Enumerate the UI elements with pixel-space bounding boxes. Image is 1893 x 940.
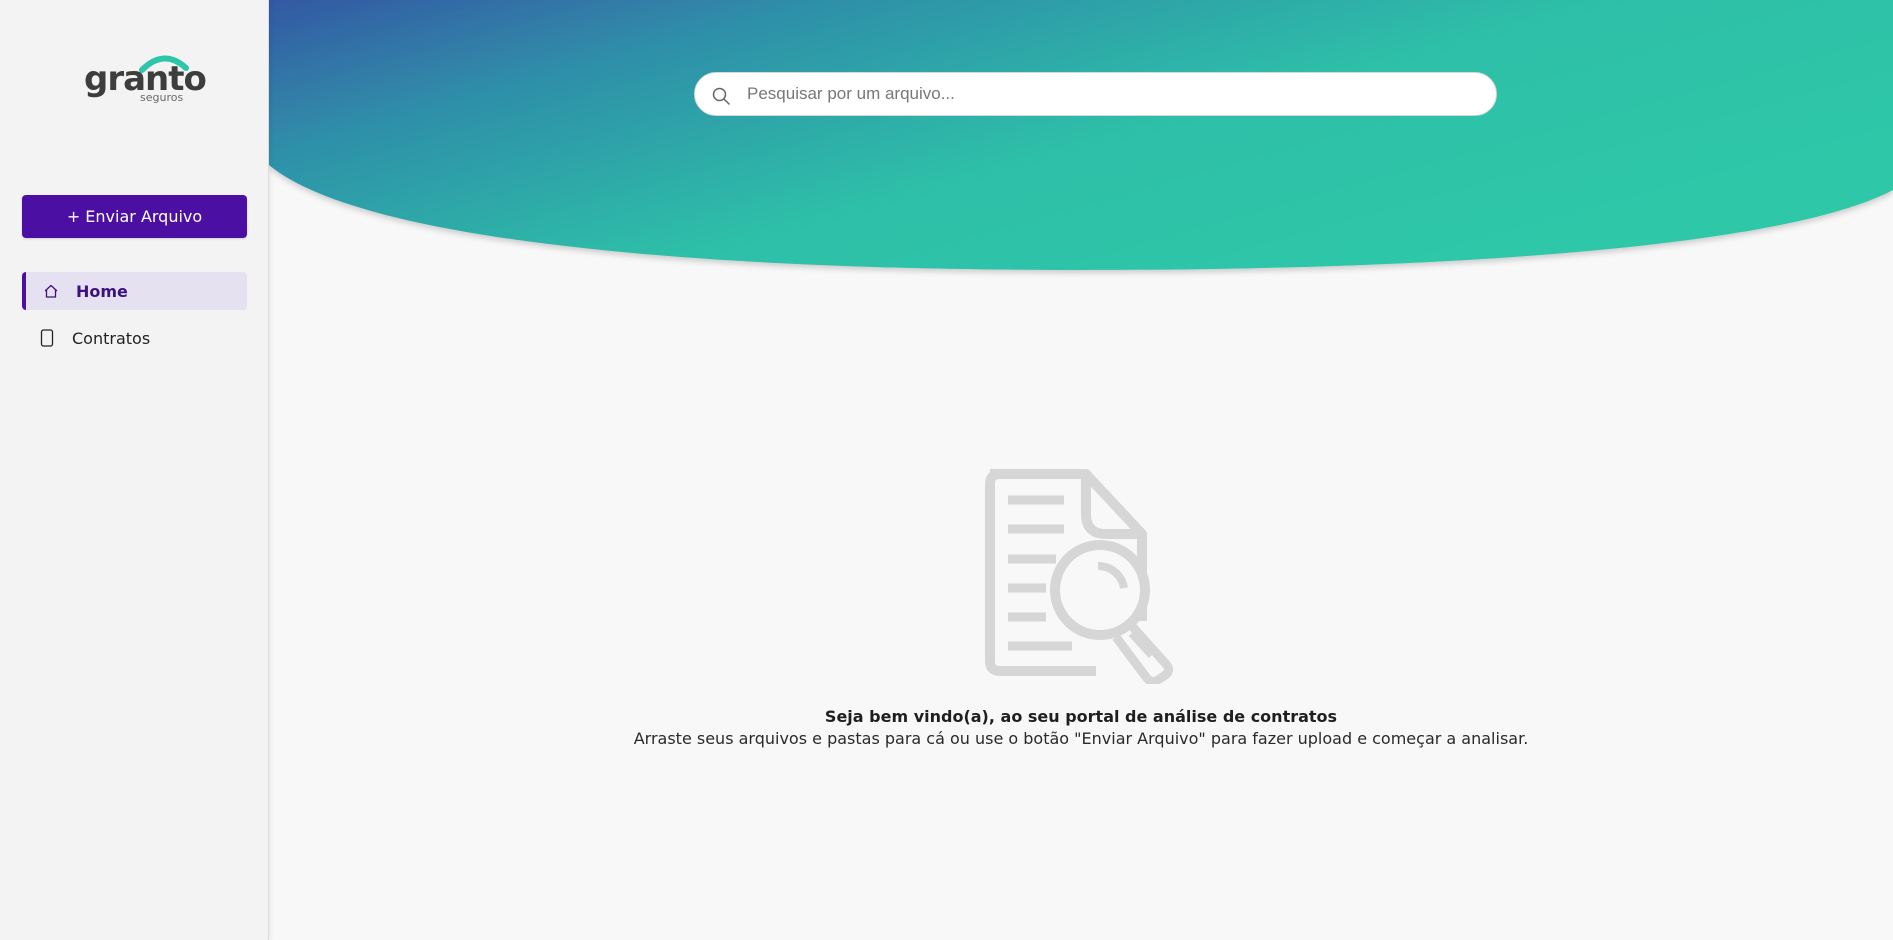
sidebar-item-label: Contratos: [72, 328, 151, 348]
upload-file-button[interactable]: + Enviar Arquivo: [22, 195, 247, 238]
sidebar: granto seguros + Enviar Arquivo Home Con…: [0, 0, 269, 940]
sidebar-item-label: Home: [76, 281, 128, 301]
welcome-title: Seja bem vindo(a), ao seu portal de anál…: [824, 707, 1338, 726]
app-root: granto seguros + Enviar Arquivo Home Con…: [0, 0, 1893, 940]
sidebar-item-contratos[interactable]: Contratos: [22, 319, 247, 357]
search-icon: [712, 87, 730, 105]
welcome-subtitle: Arraste seus arquivos e pastas para cá o…: [633, 729, 1529, 748]
sidebar-item-home[interactable]: Home: [22, 272, 247, 310]
granto-logo[interactable]: granto seguros: [82, 52, 207, 112]
logo-subtitle: seguros: [140, 91, 184, 104]
search-bar[interactable]: [694, 72, 1497, 116]
home-icon: [42, 282, 60, 300]
search-input[interactable]: [745, 73, 1485, 115]
phone-icon: [38, 329, 56, 347]
document-search-icon: [985, 469, 1174, 684]
header-banner: [269, 0, 1893, 270]
